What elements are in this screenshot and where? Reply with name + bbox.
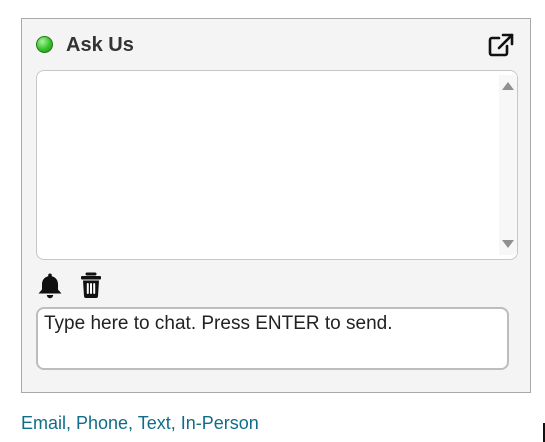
chat-scrollbar[interactable] [499, 75, 517, 255]
contact-options-link[interactable]: Email, Phone, Text, In-Person [21, 413, 259, 434]
external-link-icon[interactable] [488, 33, 514, 57]
chat-title: Ask Us [66, 34, 134, 56]
chat-transcript[interactable] [36, 70, 518, 260]
chat-message-input[interactable] [36, 307, 509, 370]
chat-toolbar [36, 271, 136, 299]
scroll-down-icon[interactable] [502, 240, 514, 248]
chat-header: Ask Us [36, 33, 516, 59]
scroll-up-icon[interactable] [502, 82, 514, 90]
bell-icon[interactable] [36, 271, 64, 299]
chat-widget: Ask Us [21, 18, 531, 393]
trash-icon[interactable] [78, 271, 106, 299]
online-status-indicator [36, 36, 53, 53]
